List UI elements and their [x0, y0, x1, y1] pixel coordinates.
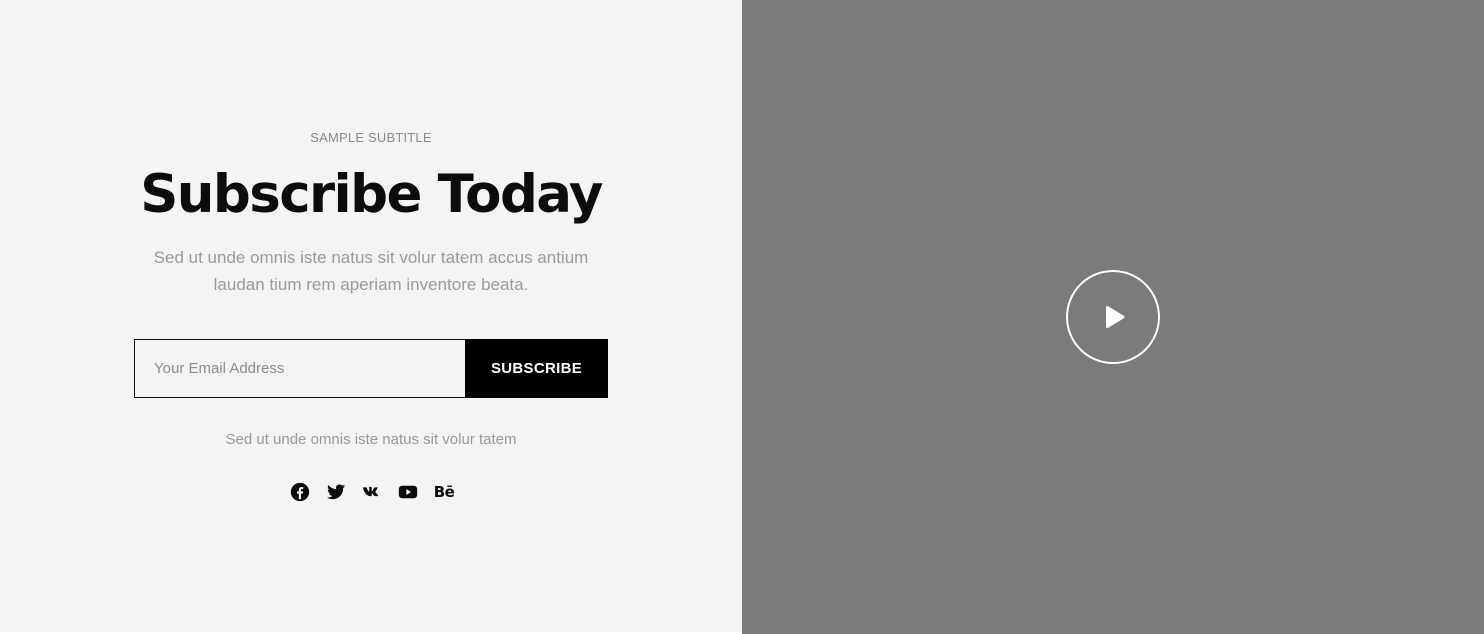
video-section [742, 0, 1484, 634]
section-subtitle: SAMPLE SUBTITLE [310, 130, 432, 145]
play-button[interactable] [1066, 270, 1160, 364]
twitter-link[interactable] [325, 481, 347, 503]
youtube-icon [398, 485, 418, 499]
subscribe-section: SAMPLE SUBTITLE Subscribe Today Sed ut u… [0, 0, 742, 632]
email-input[interactable] [134, 339, 465, 398]
vk-icon [362, 486, 379, 497]
subscribe-note: Sed ut unde omnis iste natus sit volur t… [225, 431, 517, 448]
section-description: Sed ut unde omnis iste natus sit volur t… [153, 248, 589, 294]
facebook-icon [290, 482, 310, 502]
facebook-link[interactable] [289, 481, 311, 503]
youtube-link[interactable] [397, 481, 419, 503]
behance-link[interactable]: Bē [433, 481, 455, 503]
play-icon [1106, 305, 1125, 329]
subscribe-button[interactable]: SUBSCRIBE [465, 339, 608, 398]
social-links: Bē [289, 481, 455, 503]
section-title: Subscribe Today [140, 164, 603, 225]
vk-link[interactable] [361, 481, 383, 503]
behance-icon: Bē [433, 483, 455, 501]
twitter-icon [326, 484, 346, 500]
subscribe-form: SUBSCRIBE [134, 339, 608, 398]
